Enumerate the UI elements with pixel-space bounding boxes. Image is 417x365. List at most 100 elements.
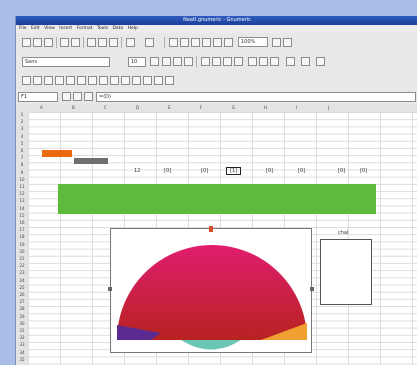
- menu-insert[interactable]: Insert: [59, 25, 72, 33]
- column-header-c[interactable]: C: [104, 104, 107, 112]
- row-header[interactable]: 3: [16, 126, 28, 131]
- column-header-f[interactable]: F: [200, 104, 202, 112]
- graph-icon[interactable]: [272, 38, 281, 47]
- menu-tools[interactable]: Tools: [97, 25, 108, 33]
- cell-reference-field[interactable]: F1: [18, 92, 58, 102]
- radio-icon[interactable]: [77, 76, 86, 85]
- print-icon[interactable]: [60, 38, 69, 47]
- row-header[interactable]: 27: [16, 299, 28, 304]
- merge-cells-icon[interactable]: [234, 57, 243, 66]
- percent-icon[interactable]: [259, 57, 268, 66]
- row-header[interactable]: 10: [16, 177, 28, 182]
- row-header[interactable]: 21: [16, 256, 28, 261]
- row-header[interactable]: 15: [16, 213, 28, 218]
- green-filled-range[interactable]: [58, 184, 376, 214]
- menu-format[interactable]: Format: [77, 25, 93, 33]
- side-label[interactable]: chal: [338, 230, 348, 236]
- align-center-icon[interactable]: [212, 57, 221, 66]
- italic-icon[interactable]: [173, 57, 182, 66]
- chart-object[interactable]: [108, 226, 314, 353]
- column-header-i[interactable]: I: [296, 104, 297, 112]
- column-header-a[interactable]: A: [40, 104, 43, 112]
- row-header[interactable]: 31: [16, 328, 28, 333]
- align-left-icon[interactable]: [201, 57, 210, 66]
- row-header[interactable]: 28: [16, 306, 28, 311]
- checkbox-icon[interactable]: [66, 76, 75, 85]
- borders-icon[interactable]: [286, 57, 295, 66]
- row-header[interactable]: 12: [16, 191, 28, 196]
- frame-icon[interactable]: [44, 76, 53, 85]
- menu-data[interactable]: Data: [112, 25, 123, 33]
- orange-filled-cell[interactable]: [42, 150, 72, 157]
- row-header[interactable]: 29: [16, 314, 28, 319]
- cut-icon[interactable]: [87, 38, 96, 47]
- slider-icon[interactable]: [99, 76, 108, 85]
- row-header[interactable]: 18: [16, 234, 28, 239]
- redo-icon[interactable]: [145, 38, 154, 47]
- ellipse-icon[interactable]: [165, 76, 174, 85]
- row-header[interactable]: 20: [16, 249, 28, 254]
- row-header[interactable]: 30: [16, 321, 28, 326]
- chart-handle-left[interactable]: [108, 287, 112, 291]
- hyperlink-icon[interactable]: [169, 38, 178, 47]
- row-header[interactable]: 2: [16, 119, 28, 124]
- cell-value[interactable]: [0]: [338, 168, 345, 174]
- row-header[interactable]: 13: [16, 198, 28, 203]
- column-header-j[interactable]: J: [328, 104, 329, 112]
- row-header[interactable]: 32: [16, 335, 28, 340]
- cell-value[interactable]: [0]: [266, 168, 273, 174]
- spinbutton-icon[interactable]: [110, 76, 119, 85]
- sort-descending-icon[interactable]: [213, 38, 222, 47]
- column-header-h[interactable]: H: [264, 104, 267, 112]
- button-icon[interactable]: [55, 76, 64, 85]
- selected-cell[interactable]: [1]: [226, 167, 242, 175]
- paste-icon[interactable]: [109, 38, 118, 47]
- row-header[interactable]: 14: [16, 206, 28, 211]
- underline-icon[interactable]: [184, 57, 193, 66]
- save-icon[interactable]: [44, 38, 53, 47]
- row-header[interactable]: 24: [16, 278, 28, 283]
- row-header[interactable]: 25: [16, 285, 28, 290]
- row-header[interactable]: 23: [16, 270, 28, 275]
- font-name-combo[interactable]: Sans: [22, 57, 110, 67]
- image-icon[interactable]: [283, 38, 292, 47]
- rectangle-icon[interactable]: [154, 76, 163, 85]
- function-wizard-icon[interactable]: [84, 92, 93, 101]
- cell-value[interactable]: [0]: [298, 168, 305, 174]
- row-header[interactable]: 22: [16, 263, 28, 268]
- list-icon[interactable]: [121, 76, 130, 85]
- empty-frame[interactable]: [320, 239, 372, 305]
- thousands-icon[interactable]: [270, 57, 279, 66]
- font-color-icon[interactable]: [316, 57, 325, 66]
- sort-ascending-icon[interactable]: [202, 38, 211, 47]
- undo-icon[interactable]: [126, 38, 135, 47]
- open-icon[interactable]: [33, 38, 42, 47]
- row-header[interactable]: 9: [16, 170, 28, 175]
- row-header[interactable]: 6: [16, 148, 28, 153]
- row-header[interactable]: 19: [16, 242, 28, 247]
- row-header[interactable]: 17: [16, 227, 28, 232]
- chart-handle-right[interactable]: [310, 287, 314, 291]
- zoom-combo[interactable]: 100%: [238, 37, 268, 47]
- arrow-icon[interactable]: [143, 76, 152, 85]
- pointer-icon[interactable]: [22, 76, 31, 85]
- row-header[interactable]: 34: [16, 350, 28, 355]
- row-header[interactable]: 5: [16, 141, 28, 146]
- formula-input[interactable]: =(D): [96, 92, 416, 102]
- menu-help[interactable]: Help: [128, 25, 138, 33]
- print-preview-icon[interactable]: [71, 38, 80, 47]
- cancel-icon[interactable]: [62, 92, 71, 101]
- font-size-combo[interactable]: 10: [128, 57, 146, 67]
- column-header-e[interactable]: E: [168, 104, 171, 112]
- row-header[interactable]: 26: [16, 292, 28, 297]
- chart-handle-top[interactable]: [209, 226, 213, 232]
- sum-icon[interactable]: [180, 38, 189, 47]
- row-header[interactable]: 35: [16, 357, 28, 362]
- align-right-icon[interactable]: [223, 57, 232, 66]
- label-icon[interactable]: [33, 76, 42, 85]
- cell-value[interactable]: [0]: [164, 168, 171, 174]
- row-header[interactable]: 33: [16, 342, 28, 347]
- bold-icon[interactable]: [162, 57, 171, 66]
- row-header[interactable]: 1: [16, 112, 28, 117]
- row-header[interactable]: 4: [16, 134, 28, 139]
